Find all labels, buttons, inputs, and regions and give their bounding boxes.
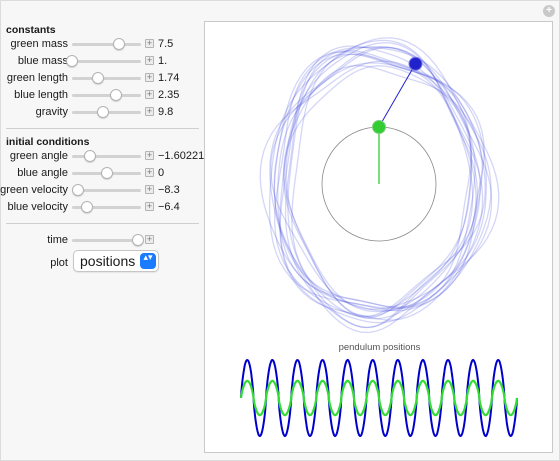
slider[interactable] — [72, 167, 141, 179]
blue-bob — [408, 56, 423, 71]
slider-thumb[interactable] — [81, 201, 94, 213]
control-label: green length — [6, 72, 68, 84]
constant-control: blue length +2.35 — [0, 87, 205, 104]
plus-icon[interactable]: + — [543, 5, 555, 17]
divider — [6, 128, 199, 129]
initial-condition-control: blue angle +0 — [0, 165, 205, 182]
slider-thumb[interactable] — [83, 150, 96, 162]
plus-icon[interactable]: + — [145, 107, 154, 116]
control-label: green mass — [10, 38, 68, 50]
control-label: blue mass — [17, 55, 68, 67]
control-label: blue velocity — [7, 201, 68, 213]
initial-condition-control: green angle + −1.60221 — [0, 148, 205, 165]
control-value: −6.4 — [158, 201, 180, 213]
slider-thumb[interactable] — [72, 184, 85, 196]
control-value: 1. — [158, 55, 168, 67]
slider-thumb[interactable] — [110, 89, 123, 101]
plus-icon[interactable]: + — [145, 39, 154, 48]
control-label: blue length — [14, 89, 68, 101]
constants-heading: constants — [6, 24, 56, 36]
constant-control: green length +1.74 — [0, 70, 205, 87]
slider-thumb[interactable] — [112, 38, 125, 50]
time-slider[interactable] — [72, 234, 144, 246]
initial-condition-control: blue velocity + −6.4 — [0, 199, 205, 216]
green-bob — [372, 120, 386, 134]
pendulum-graphic — [239, 37, 519, 438]
slider[interactable] — [72, 38, 141, 50]
plus-icon[interactable]: + — [145, 56, 154, 65]
plus-icon[interactable]: + — [145, 185, 154, 194]
slider-thumb[interactable] — [92, 72, 105, 84]
plus-icon[interactable]: + — [145, 235, 154, 244]
constant-control: gravity +9.8 — [0, 104, 205, 121]
slider[interactable] — [66, 55, 141, 67]
control-label: green velocity — [0, 184, 68, 196]
plus-icon[interactable]: + — [145, 90, 154, 99]
control-value: 7.5 — [158, 38, 174, 50]
slider[interactable] — [72, 201, 141, 213]
plot-select-value: positions — [80, 253, 136, 269]
slider[interactable] — [72, 72, 141, 84]
constant-control: green mass +7.5 — [0, 36, 205, 53]
blue-rod — [378, 63, 416, 128]
time-label: time — [47, 234, 68, 246]
control-label: green angle — [9, 150, 68, 162]
plus-icon[interactable]: + — [145, 151, 154, 160]
trace-loop — [283, 65, 472, 313]
slider[interactable] — [72, 150, 141, 162]
slider-thumb[interactable] — [97, 106, 110, 118]
chart-title: pendulum positions — [338, 342, 421, 353]
slider-thumb[interactable] — [131, 234, 144, 246]
blue-trace — [259, 37, 500, 334]
slider[interactable] — [72, 184, 141, 196]
constant-control: blue mass +1. — [0, 53, 205, 70]
plot-select[interactable]: positions ▴▾ — [73, 250, 159, 272]
chevron-updown-icon: ▴▾ — [140, 253, 156, 269]
plus-icon[interactable]: + — [145, 73, 154, 82]
control-label: blue angle — [17, 167, 68, 179]
plus-icon[interactable]: + — [145, 168, 154, 177]
control-label: gravity — [35, 106, 68, 118]
slider-thumb[interactable] — [66, 55, 78, 67]
control-value: 9.8 — [158, 106, 174, 118]
plot-label: plot — [50, 257, 68, 269]
control-value: 2.35 — [158, 89, 180, 101]
plus-icon[interactable]: + — [145, 202, 154, 211]
divider — [6, 223, 199, 224]
control-value: −1.60221 — [158, 150, 205, 162]
control-value: 0 — [158, 167, 165, 179]
time-control: time + — [0, 232, 205, 249]
initial-conditions-heading: initial conditions — [6, 136, 90, 148]
slider[interactable] — [72, 106, 141, 118]
initial-condition-control: green velocity + −8.3 — [0, 182, 205, 199]
control-value: 1.74 — [158, 72, 180, 84]
slider-thumb[interactable] — [100, 167, 113, 179]
control-value: −8.3 — [158, 184, 180, 196]
slider[interactable] — [72, 89, 141, 101]
pendulum-canvas: pendulum positions — [204, 21, 553, 453]
